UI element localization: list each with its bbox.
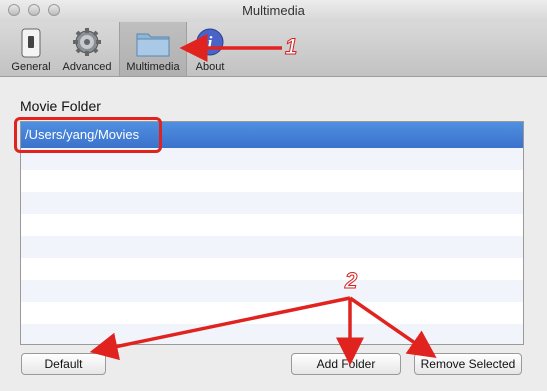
remove-selected-button[interactable]: Remove Selected bbox=[414, 353, 522, 375]
empty-row bbox=[21, 324, 523, 344]
close-window-button[interactable] bbox=[8, 4, 20, 16]
tab-general[interactable]: General bbox=[8, 22, 54, 76]
movie-folder-list[interactable]: /Users/yang/Movies bbox=[20, 121, 524, 345]
switch-icon bbox=[21, 28, 41, 58]
callout-2: 2 bbox=[344, 268, 358, 294]
empty-row bbox=[21, 302, 523, 324]
empty-row bbox=[21, 258, 523, 280]
window-title: Multimedia bbox=[242, 3, 305, 18]
tab-about-label: About bbox=[195, 61, 225, 73]
tab-general-label: General bbox=[11, 61, 51, 73]
tab-multimedia[interactable]: Multimedia bbox=[119, 22, 187, 76]
gear-icon bbox=[73, 28, 101, 56]
folder-icon bbox=[136, 33, 170, 57]
empty-row bbox=[21, 214, 523, 236]
empty-row bbox=[21, 192, 523, 214]
movie-folder-heading: Movie Folder bbox=[20, 98, 101, 114]
preferences-toolbar: General Advanced Multimedia i About bbox=[0, 22, 547, 77]
tab-advanced[interactable]: Advanced bbox=[58, 22, 116, 76]
empty-row bbox=[21, 280, 523, 302]
minimize-window-button[interactable] bbox=[28, 4, 40, 16]
empty-row bbox=[21, 170, 523, 192]
tab-advanced-label: Advanced bbox=[62, 61, 112, 73]
tab-about[interactable]: i About bbox=[189, 22, 231, 76]
callout-1: 1 bbox=[284, 34, 298, 60]
highlight-box bbox=[14, 117, 162, 153]
title-bar: Multimedia bbox=[0, 0, 547, 22]
default-button[interactable]: Default bbox=[21, 353, 106, 375]
add-folder-button[interactable]: Add Folder bbox=[291, 353, 401, 375]
svg-text:i: i bbox=[208, 33, 213, 52]
zoom-window-button[interactable] bbox=[48, 4, 60, 16]
info-icon: i bbox=[196, 28, 224, 56]
empty-row bbox=[21, 236, 523, 258]
tab-multimedia-label: Multimedia bbox=[126, 61, 180, 73]
